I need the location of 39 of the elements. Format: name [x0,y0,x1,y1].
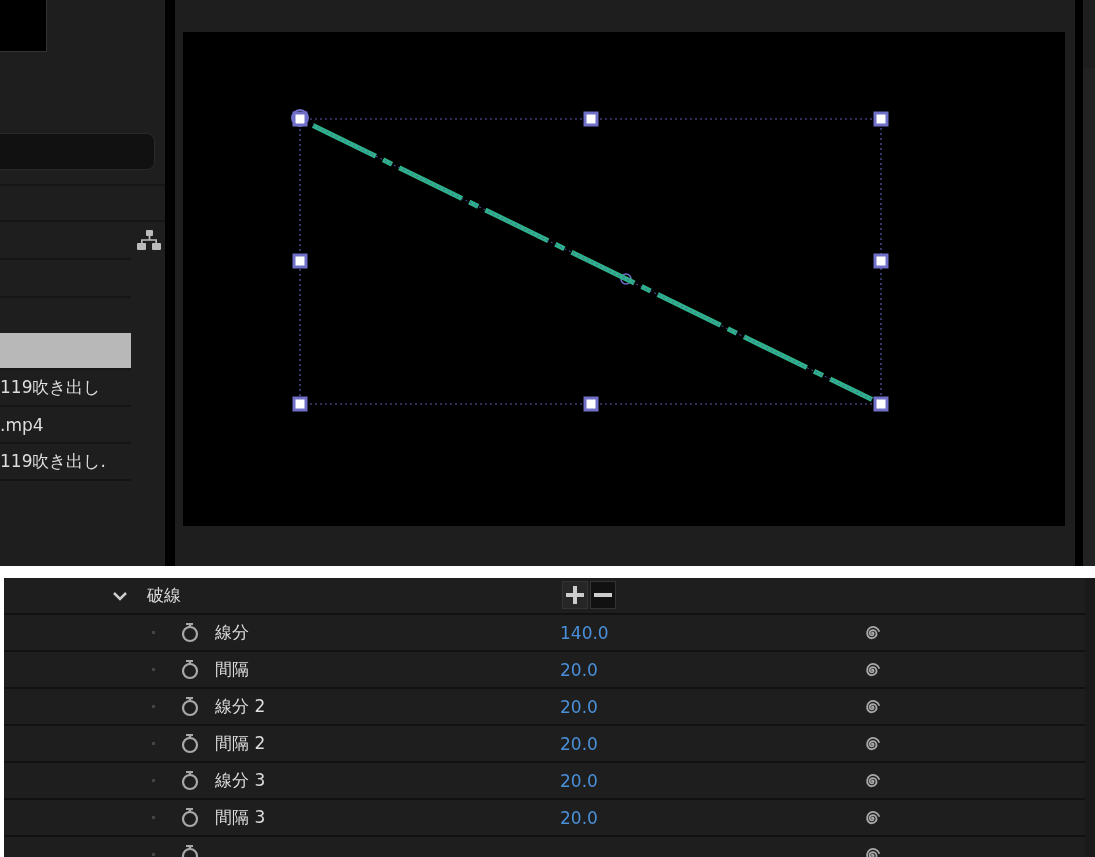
resize-handle[interactable] [292,253,308,269]
resize-handle[interactable] [873,111,889,127]
plus-icon [565,585,585,605]
stopwatch-icon[interactable] [180,769,200,791]
search-field[interactable] [0,133,155,170]
thumbnail [0,0,47,52]
parameter-value[interactable]: 20.0 [560,659,598,680]
center-point[interactable] [620,273,632,285]
resize-handle[interactable] [292,396,308,412]
parameter-value[interactable]: 20.0 [560,807,598,828]
resize-handle[interactable] [583,111,599,127]
stopwatch-icon[interactable] [180,732,200,754]
remove-button[interactable] [590,581,616,609]
parameter-value[interactable]: 20.0 [560,770,598,791]
resize-handle[interactable] [873,396,889,412]
stopwatch-icon[interactable] [180,695,200,717]
file-item[interactable]: 119吹き出し [0,370,131,407]
parameter-label: 線分 [215,621,249,644]
file-item[interactable]: 119吹き出し. [0,444,131,481]
stopwatch-icon[interactable] [180,806,200,828]
file-item[interactable]: .mp4 [0,407,131,444]
hierarchy-icon[interactable] [136,229,162,251]
parameter-value[interactable]: 20.0 [560,733,598,754]
parameter-value[interactable]: 20.0 [560,696,598,717]
parameter-label: 間隔 3 [215,806,266,829]
selected-item[interactable] [0,333,131,370]
parameter-label: 線分 3 [215,769,266,792]
stopwatch-icon[interactable] [180,621,200,643]
chevron-down-icon[interactable] [112,590,128,602]
parameter-label: 間隔 [215,658,249,681]
parameter-label: 間隔 2 [215,732,266,755]
minus-icon [593,593,613,597]
resize-handle[interactable] [873,253,889,269]
parameter-value[interactable]: 140.0 [560,622,609,643]
group-label: 破線 [147,584,181,607]
stopwatch-icon[interactable] [180,658,200,680]
resize-handle[interactable] [583,396,599,412]
parameter-label: 線分 2 [215,695,266,718]
add-button[interactable] [562,581,588,609]
